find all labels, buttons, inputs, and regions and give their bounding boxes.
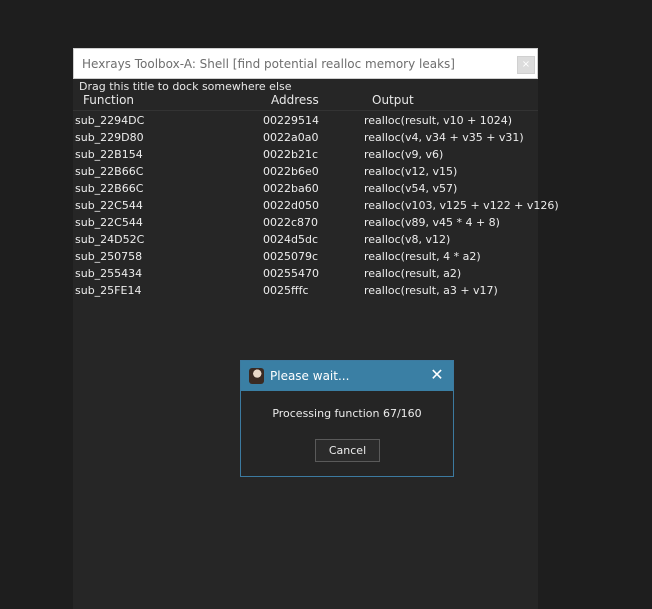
progress-message: Processing function 67/160 xyxy=(272,407,422,420)
table-row[interactable]: sub_24D52C 0024d5dc realloc(v8, v12) xyxy=(73,232,538,249)
progress-dialog: Please wait... ✕ Processing function 67/… xyxy=(240,360,454,477)
cell-function: sub_22B66C xyxy=(75,182,144,195)
cell-address: 0022a0a0 xyxy=(263,131,319,144)
table-row[interactable]: sub_229D80 0022a0a0 realloc(v4, v34 + v35 … xyxy=(73,130,538,147)
table-row[interactable]: sub_22B66C 0022ba60 realloc(v54, v57) xyxy=(73,181,538,198)
cell-address: 0024d5dc xyxy=(263,233,319,246)
cell-address: 0022b21c xyxy=(263,148,319,161)
cell-address: 0022b6e0 xyxy=(263,165,319,178)
table-row[interactable]: sub_255434 00255470 realloc(result, a2) xyxy=(73,266,538,283)
cancel-button[interactable]: Cancel xyxy=(315,439,380,462)
column-header-output[interactable]: Output xyxy=(372,93,414,107)
cell-output: realloc(v8, v12) xyxy=(364,233,451,246)
dialog-close-icon[interactable]: ✕ xyxy=(429,367,445,383)
cell-address: 0022ba60 xyxy=(263,182,319,195)
cell-function: sub_24D52C xyxy=(75,233,145,246)
cell-address: 0022c870 xyxy=(263,216,319,229)
cell-output: realloc(v12, v15) xyxy=(364,165,458,178)
results-panel: Hexrays Toolbox-A: Shell [find potential… xyxy=(73,48,559,609)
dialog-title: Please wait... xyxy=(270,369,350,383)
dialog-titlebar[interactable]: Please wait... ✕ xyxy=(241,361,453,391)
cell-function: sub_22C544 xyxy=(75,216,143,229)
table-row[interactable]: sub_2294DC 00229514 realloc(result, v10 + … xyxy=(73,113,538,130)
table-row[interactable]: sub_22B66C 0022b6e0 realloc(v12, v15) xyxy=(73,164,538,181)
table-row[interactable]: sub_25FE14 0025fffc realloc(result, a3 + v… xyxy=(73,283,538,300)
cell-address: 00229514 xyxy=(263,114,319,127)
column-header-address[interactable]: Address xyxy=(271,93,319,107)
dock-hint: Drag this title to dock somewhere else xyxy=(79,80,292,93)
cell-function: sub_22C544 xyxy=(75,199,143,212)
cell-function: sub_22B66C xyxy=(75,165,144,178)
cell-address: 0022d050 xyxy=(263,199,319,212)
header-divider xyxy=(73,110,538,111)
table-row[interactable]: sub_22C544 0022c870 realloc(v89, v45 * 4 +… xyxy=(73,215,538,232)
cell-output: realloc(result, v10 + 1024) xyxy=(364,114,513,127)
cell-output: realloc(v89, v45 * 4 + 8) xyxy=(364,216,500,229)
cell-output: realloc(v54, v57) xyxy=(364,182,458,195)
cell-address: 0025079c xyxy=(263,250,319,263)
table-row[interactable]: sub_22C544 0022d050 realloc(v103, v125 + v… xyxy=(73,198,559,215)
panel-close-button[interactable]: × xyxy=(517,56,535,74)
cell-address: 00255470 xyxy=(263,267,319,280)
column-header-function[interactable]: Function xyxy=(83,93,134,107)
cell-output: realloc(result, a3 + v17) xyxy=(364,284,498,297)
cell-output: realloc(result, a2) xyxy=(364,267,462,280)
cell-function: sub_255434 xyxy=(75,267,143,280)
user-avatar-icon xyxy=(249,368,264,384)
table-row[interactable]: sub_250758 0025079c realloc(result, 4 * a2… xyxy=(73,249,538,266)
results-table: sub_2294DC 00229514 realloc(result, v10 + … xyxy=(73,113,559,300)
cell-function: sub_250758 xyxy=(75,250,143,263)
cell-function: sub_229D80 xyxy=(75,131,144,144)
panel-title: Hexrays Toolbox-A: Shell [find potential… xyxy=(82,57,455,71)
cell-output: realloc(v9, v6) xyxy=(364,148,444,161)
panel-titlebar[interactable]: Hexrays Toolbox-A: Shell [find potential… xyxy=(73,48,538,79)
table-row[interactable]: sub_22B154 0022b21c realloc(v9, v6) xyxy=(73,147,538,164)
cell-address: 0025fffc xyxy=(263,284,309,297)
cell-function: sub_22B154 xyxy=(75,148,143,161)
cell-output: realloc(result, 4 * a2) xyxy=(364,250,481,263)
cell-output: realloc(v103, v125 + v122 + v126) xyxy=(364,199,559,212)
cell-output: realloc(v4, v34 + v35 + v31) xyxy=(364,131,524,144)
cell-function: sub_2294DC xyxy=(75,114,145,127)
cell-function: sub_25FE14 xyxy=(75,284,142,297)
